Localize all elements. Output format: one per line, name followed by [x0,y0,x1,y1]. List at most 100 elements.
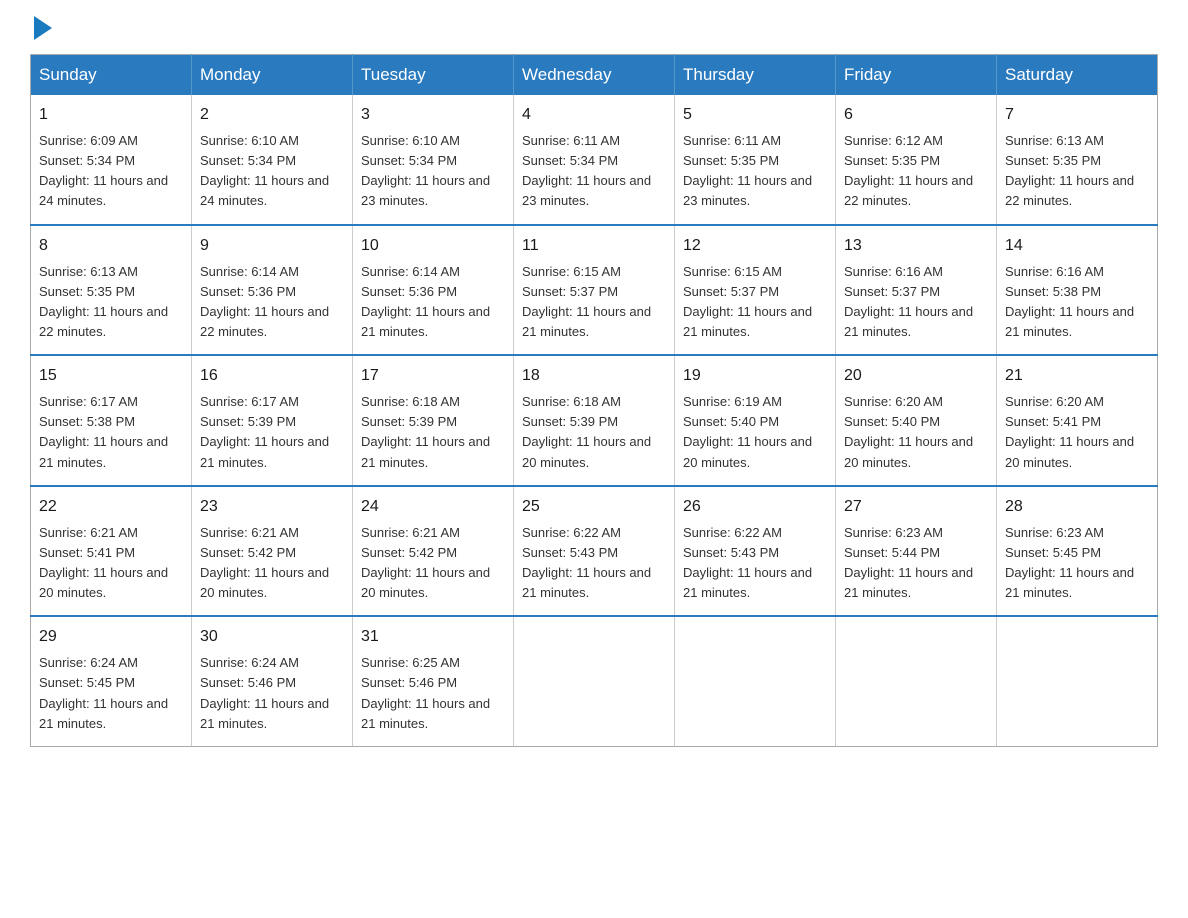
day-header-friday: Friday [836,55,997,96]
calendar-cell [514,616,675,746]
page-header [30,20,1158,34]
calendar-cell: 27 Sunrise: 6:23 AMSunset: 5:44 PMDaylig… [836,486,997,617]
calendar-cell: 22 Sunrise: 6:21 AMSunset: 5:41 PMDaylig… [31,486,192,617]
day-header-thursday: Thursday [675,55,836,96]
day-info: Sunrise: 6:24 AMSunset: 5:46 PMDaylight:… [200,655,329,730]
day-number: 1 [39,103,183,127]
calendar-cell: 24 Sunrise: 6:21 AMSunset: 5:42 PMDaylig… [353,486,514,617]
day-number: 2 [200,103,344,127]
calendar-cell: 28 Sunrise: 6:23 AMSunset: 5:45 PMDaylig… [997,486,1158,617]
calendar-cell: 13 Sunrise: 6:16 AMSunset: 5:37 PMDaylig… [836,225,997,356]
calendar-week-2: 8 Sunrise: 6:13 AMSunset: 5:35 PMDayligh… [31,225,1158,356]
day-info: Sunrise: 6:17 AMSunset: 5:38 PMDaylight:… [39,394,168,469]
day-info: Sunrise: 6:11 AMSunset: 5:35 PMDaylight:… [683,133,812,208]
calendar-cell: 8 Sunrise: 6:13 AMSunset: 5:35 PMDayligh… [31,225,192,356]
day-info: Sunrise: 6:21 AMSunset: 5:42 PMDaylight:… [200,525,329,600]
day-number: 10 [361,234,505,258]
calendar-week-4: 22 Sunrise: 6:21 AMSunset: 5:41 PMDaylig… [31,486,1158,617]
day-number: 6 [844,103,988,127]
day-header-sunday: Sunday [31,55,192,96]
calendar-cell: 23 Sunrise: 6:21 AMSunset: 5:42 PMDaylig… [192,486,353,617]
day-info: Sunrise: 6:24 AMSunset: 5:45 PMDaylight:… [39,655,168,730]
calendar-week-1: 1 Sunrise: 6:09 AMSunset: 5:34 PMDayligh… [31,95,1158,225]
day-info: Sunrise: 6:23 AMSunset: 5:44 PMDaylight:… [844,525,973,600]
day-info: Sunrise: 6:11 AMSunset: 5:34 PMDaylight:… [522,133,651,208]
day-info: Sunrise: 6:10 AMSunset: 5:34 PMDaylight:… [361,133,490,208]
calendar-header-row: SundayMondayTuesdayWednesdayThursdayFrid… [31,55,1158,96]
day-info: Sunrise: 6:14 AMSunset: 5:36 PMDaylight:… [361,264,490,339]
day-header-saturday: Saturday [997,55,1158,96]
day-info: Sunrise: 6:12 AMSunset: 5:35 PMDaylight:… [844,133,973,208]
day-number: 29 [39,625,183,649]
day-number: 11 [522,234,666,258]
day-number: 7 [1005,103,1149,127]
calendar-cell: 30 Sunrise: 6:24 AMSunset: 5:46 PMDaylig… [192,616,353,746]
calendar-cell: 15 Sunrise: 6:17 AMSunset: 5:38 PMDaylig… [31,355,192,486]
day-number: 14 [1005,234,1149,258]
day-number: 8 [39,234,183,258]
day-header-monday: Monday [192,55,353,96]
calendar-cell: 26 Sunrise: 6:22 AMSunset: 5:43 PMDaylig… [675,486,836,617]
day-number: 12 [683,234,827,258]
calendar-cell: 12 Sunrise: 6:15 AMSunset: 5:37 PMDaylig… [675,225,836,356]
logo [30,20,52,34]
calendar-cell [675,616,836,746]
day-number: 21 [1005,364,1149,388]
calendar-cell: 29 Sunrise: 6:24 AMSunset: 5:45 PMDaylig… [31,616,192,746]
day-info: Sunrise: 6:22 AMSunset: 5:43 PMDaylight:… [683,525,812,600]
calendar-cell: 5 Sunrise: 6:11 AMSunset: 5:35 PMDayligh… [675,95,836,225]
day-info: Sunrise: 6:09 AMSunset: 5:34 PMDaylight:… [39,133,168,208]
day-info: Sunrise: 6:13 AMSunset: 5:35 PMDaylight:… [1005,133,1134,208]
calendar-cell: 31 Sunrise: 6:25 AMSunset: 5:46 PMDaylig… [353,616,514,746]
logo-arrow-icon [34,16,52,40]
day-header-wednesday: Wednesday [514,55,675,96]
day-number: 26 [683,495,827,519]
day-info: Sunrise: 6:13 AMSunset: 5:35 PMDaylight:… [39,264,168,339]
day-info: Sunrise: 6:23 AMSunset: 5:45 PMDaylight:… [1005,525,1134,600]
day-number: 17 [361,364,505,388]
calendar-cell: 6 Sunrise: 6:12 AMSunset: 5:35 PMDayligh… [836,95,997,225]
day-number: 20 [844,364,988,388]
day-info: Sunrise: 6:14 AMSunset: 5:36 PMDaylight:… [200,264,329,339]
day-number: 30 [200,625,344,649]
calendar-cell: 21 Sunrise: 6:20 AMSunset: 5:41 PMDaylig… [997,355,1158,486]
day-info: Sunrise: 6:18 AMSunset: 5:39 PMDaylight:… [522,394,651,469]
calendar-cell: 7 Sunrise: 6:13 AMSunset: 5:35 PMDayligh… [997,95,1158,225]
day-number: 24 [361,495,505,519]
calendar-cell: 2 Sunrise: 6:10 AMSunset: 5:34 PMDayligh… [192,95,353,225]
calendar-table: SundayMondayTuesdayWednesdayThursdayFrid… [30,54,1158,747]
day-info: Sunrise: 6:15 AMSunset: 5:37 PMDaylight:… [522,264,651,339]
calendar-cell: 3 Sunrise: 6:10 AMSunset: 5:34 PMDayligh… [353,95,514,225]
day-number: 27 [844,495,988,519]
calendar-cell: 9 Sunrise: 6:14 AMSunset: 5:36 PMDayligh… [192,225,353,356]
day-number: 4 [522,103,666,127]
calendar-cell [997,616,1158,746]
day-info: Sunrise: 6:25 AMSunset: 5:46 PMDaylight:… [361,655,490,730]
calendar-cell: 10 Sunrise: 6:14 AMSunset: 5:36 PMDaylig… [353,225,514,356]
day-info: Sunrise: 6:20 AMSunset: 5:41 PMDaylight:… [1005,394,1134,469]
calendar-cell: 1 Sunrise: 6:09 AMSunset: 5:34 PMDayligh… [31,95,192,225]
day-info: Sunrise: 6:17 AMSunset: 5:39 PMDaylight:… [200,394,329,469]
day-number: 22 [39,495,183,519]
day-info: Sunrise: 6:22 AMSunset: 5:43 PMDaylight:… [522,525,651,600]
day-info: Sunrise: 6:15 AMSunset: 5:37 PMDaylight:… [683,264,812,339]
calendar-cell: 4 Sunrise: 6:11 AMSunset: 5:34 PMDayligh… [514,95,675,225]
calendar-cell: 20 Sunrise: 6:20 AMSunset: 5:40 PMDaylig… [836,355,997,486]
day-info: Sunrise: 6:19 AMSunset: 5:40 PMDaylight:… [683,394,812,469]
day-info: Sunrise: 6:18 AMSunset: 5:39 PMDaylight:… [361,394,490,469]
day-info: Sunrise: 6:16 AMSunset: 5:38 PMDaylight:… [1005,264,1134,339]
calendar-cell: 25 Sunrise: 6:22 AMSunset: 5:43 PMDaylig… [514,486,675,617]
calendar-cell: 18 Sunrise: 6:18 AMSunset: 5:39 PMDaylig… [514,355,675,486]
day-number: 28 [1005,495,1149,519]
day-number: 16 [200,364,344,388]
calendar-cell: 17 Sunrise: 6:18 AMSunset: 5:39 PMDaylig… [353,355,514,486]
day-header-tuesday: Tuesday [353,55,514,96]
calendar-cell: 14 Sunrise: 6:16 AMSunset: 5:38 PMDaylig… [997,225,1158,356]
calendar-cell [836,616,997,746]
day-number: 15 [39,364,183,388]
day-number: 9 [200,234,344,258]
calendar-week-3: 15 Sunrise: 6:17 AMSunset: 5:38 PMDaylig… [31,355,1158,486]
day-number: 19 [683,364,827,388]
day-number: 18 [522,364,666,388]
day-info: Sunrise: 6:21 AMSunset: 5:41 PMDaylight:… [39,525,168,600]
